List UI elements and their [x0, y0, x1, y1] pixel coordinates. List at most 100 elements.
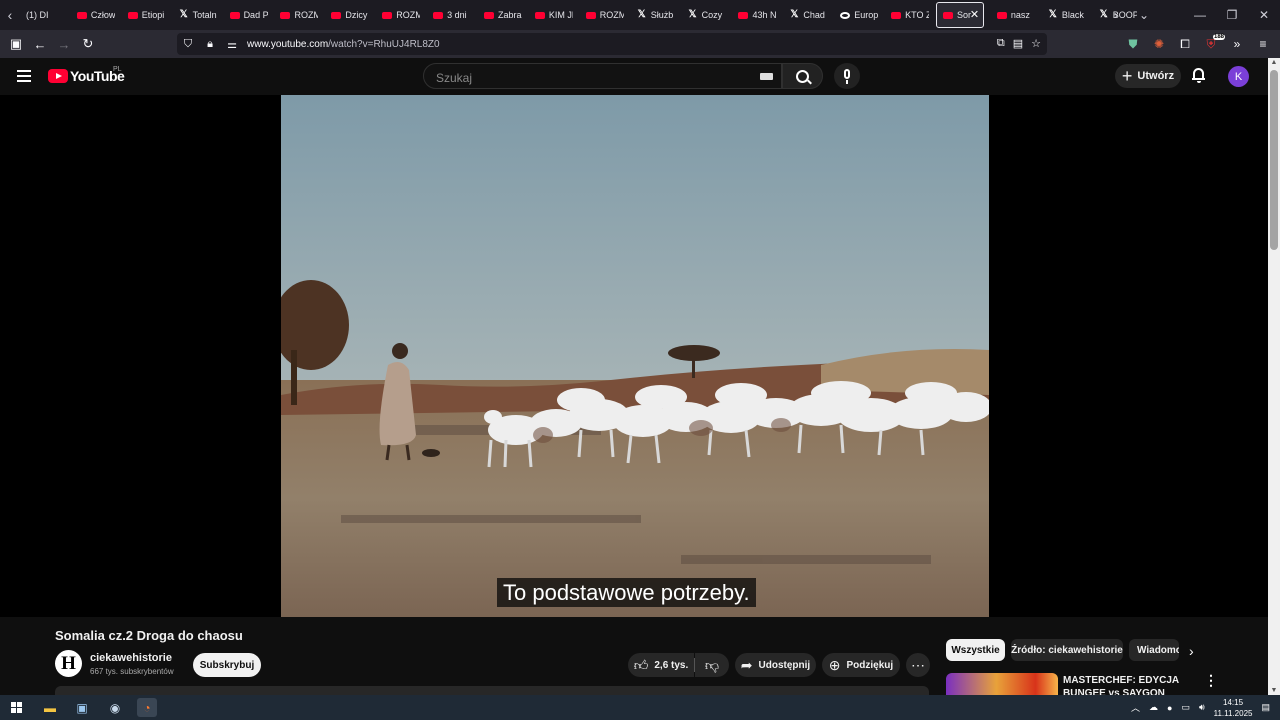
browser-tab[interactable]: Europ [834, 2, 878, 28]
browser-tab[interactable]: nasz [991, 2, 1035, 28]
browser-tab[interactable]: KTO Z [885, 2, 929, 28]
browser-tab[interactable]: Dad P [224, 2, 268, 28]
dislike-button[interactable]: 👎︎ [695, 653, 729, 677]
channel-name[interactable]: ciekawehistorie [90, 652, 172, 664]
thanks-button[interactable]: ⊕ Podziękuj [822, 653, 900, 677]
vpn-shield-icon[interactable]: ⛊ [1124, 37, 1142, 52]
scroll-up-arrow-icon[interactable]: ▲ [1268, 59, 1280, 66]
recommendation-title[interactable]: MASTERCHEF: EDYCJA BUNGEE vs SAYGON [1063, 674, 1193, 695]
extensions-puzzle-icon[interactable]: ⧠ [1176, 37, 1194, 52]
recommendation-thumbnail[interactable] [946, 673, 1058, 695]
sidebar-toggle-icon[interactable]: ▣ [4, 36, 28, 52]
bookmark-star-icon[interactable]: ☆ [1031, 37, 1041, 50]
account-avatar[interactable]: K [1228, 66, 1249, 87]
tab-close-icon[interactable]: ✕ [970, 8, 979, 21]
channel-avatar[interactable]: H [55, 650, 82, 677]
address-bar[interactable]: ⛉ 🔒︎ ⚌ www.youtube.com/watch?v=RhuUJ4RL8… [177, 33, 1047, 55]
tray-overflow-icon[interactable]: ︿ [1131, 701, 1140, 714]
video-frame[interactable] [281, 95, 989, 617]
browser-tab[interactable]: KIM JE [529, 2, 573, 28]
close-window-icon[interactable]: ✕ [1248, 8, 1280, 22]
hamburger-menu-icon[interactable]: ≡ [1254, 37, 1272, 51]
browser-tab[interactable]: 𝕏 Chad [783, 2, 827, 28]
browser-tab[interactable]: 𝕏 Cozy [682, 2, 726, 28]
chip-all[interactable]: Wszystkie [946, 639, 1005, 661]
notifications-bell-icon[interactable] [1192, 67, 1205, 83]
youtube-favicon-icon [738, 11, 749, 19]
page-scrollbar[interactable]: ▲ ▼ [1268, 58, 1280, 695]
create-button[interactable]: + Utwórz [1115, 64, 1181, 88]
browser-tab[interactable]: ROZM [580, 2, 624, 28]
tracking-shield-icon[interactable]: ⛉ [177, 38, 199, 51]
extension-fox-icon[interactable]: ✺ [1150, 37, 1168, 51]
picture-in-picture-icon[interactable]: ⧉ [997, 37, 1005, 50]
notifications-tray-icon[interactable]: ▤ [1261, 702, 1270, 713]
guide-menu-icon[interactable] [17, 70, 31, 85]
tabs-scroll-right-icon[interactable]: › [1102, 8, 1130, 22]
recommendation-more-icon[interactable]: ⋮ [1204, 672, 1218, 689]
reader-view-icon[interactable]: ▤ [1013, 37, 1023, 50]
video-player[interactable] [0, 95, 1268, 617]
thanks-label: Podziękuj [846, 659, 894, 671]
browser-tab[interactable]: 𝕏 Totaln [173, 2, 217, 28]
tab-label: Dad P [243, 10, 268, 20]
scrollbar-thumb[interactable] [1270, 70, 1278, 250]
forward-icon[interactable]: → [52, 37, 76, 52]
clock[interactable]: 14:15 11.11.2025 [1214, 697, 1253, 719]
tabs-scroll-left-icon[interactable]: ‹ [0, 7, 20, 23]
more-actions-button[interactable]: ⋯ [906, 653, 930, 677]
tab-label: Dzicy [345, 10, 368, 20]
like-button[interactable]: 👍︎ 2,6 tys. [628, 653, 694, 677]
youtube-favicon-icon [891, 11, 902, 19]
microphone-tray-icon[interactable]: ● [1167, 703, 1172, 713]
overflow-menu-icon[interactable]: » [1228, 37, 1246, 51]
reload-icon[interactable]: ↻ [76, 36, 100, 52]
ublock-icon[interactable]: ⛨ 188 [1202, 33, 1225, 52]
browser-tab[interactable]: (1) DI [20, 2, 64, 28]
voice-search-button[interactable] [834, 63, 860, 89]
browser-tab[interactable]: Etiopi [122, 2, 166, 28]
tab-list-chevron-icon[interactable]: ⌄ [1130, 8, 1158, 22]
share-button[interactable]: ➦ Udostępnij [735, 653, 816, 677]
search-input[interactable] [434, 70, 738, 86]
browser-tab[interactable]: Człow [71, 2, 115, 28]
browser-tab[interactable]: ROZM [274, 2, 318, 28]
remote-desktop-icon[interactable]: ▣ [72, 698, 92, 717]
chip-source[interactable]: Źródło: ciekawehistorie [1011, 639, 1123, 661]
youtube-play-icon [48, 69, 68, 83]
description-box[interactable] [55, 686, 929, 695]
keyboard-icon[interactable] [760, 73, 773, 80]
scroll-down-arrow-icon[interactable]: ▼ [1268, 687, 1280, 694]
back-icon[interactable]: ← [28, 37, 52, 52]
search-button[interactable] [782, 63, 823, 89]
youtube-favicon-icon [127, 11, 138, 19]
clock-time: 14:15 [1223, 697, 1244, 707]
url-text: www.youtube.com/watch?v=RhuUJ4RL8Z0 [247, 39, 440, 50]
onedrive-cloud-icon[interactable]: ☁ [1149, 702, 1158, 713]
lock-icon[interactable]: 🔒︎ [199, 38, 221, 51]
browser-tab[interactable]: 43h N [732, 2, 776, 28]
permissions-icon[interactable]: ⚌ [221, 38, 243, 51]
browser-tab[interactable]: Zabra [478, 2, 522, 28]
volume-icon[interactable]: 🔊︎ [1199, 702, 1205, 713]
youtube-favicon-icon [484, 11, 495, 19]
chevron-right-icon[interactable]: › [1189, 643, 1194, 659]
windows-logo-icon [10, 702, 22, 713]
browser-tab[interactable]: ROZM [376, 2, 420, 28]
tab-label: Służb [650, 10, 674, 20]
youtube-logo[interactable]: YouTube PL [48, 66, 125, 84]
browser-tab[interactable]: 𝕏 Black [1042, 2, 1086, 28]
restore-icon[interactable]: ❐ [1216, 8, 1248, 22]
browser-tab[interactable]: 3 dni [427, 2, 471, 28]
subscribe-button[interactable]: Subskrybuj [193, 653, 261, 677]
chip-news[interactable]: Wiadomo [1129, 639, 1179, 661]
steam-icon[interactable]: ◉ [105, 698, 125, 717]
firefox-icon[interactable]: ◔ [137, 698, 157, 717]
network-icon[interactable]: ▭ [1181, 702, 1190, 713]
file-explorer-icon[interactable]: ▬ [40, 698, 60, 717]
minimize-icon[interactable]: — [1184, 8, 1216, 22]
browser-tab-active[interactable]: Sor ✕ [936, 2, 985, 28]
start-button[interactable] [6, 698, 26, 717]
browser-tab[interactable]: 𝕏 Służb [631, 2, 675, 28]
browser-tab[interactable]: Dzicy [325, 2, 369, 28]
